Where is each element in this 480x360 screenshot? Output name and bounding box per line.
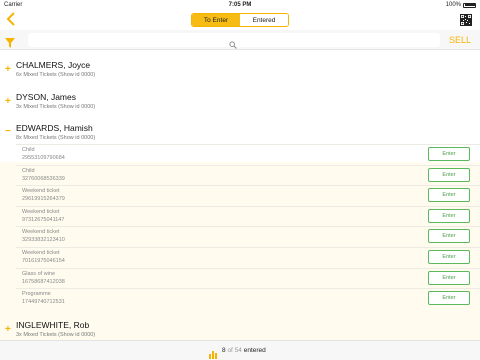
ticket-type: Child bbox=[22, 168, 35, 174]
ticket-type: Child bbox=[22, 147, 35, 153]
ticket-row: Child 32760068536339 Enter bbox=[0, 165, 480, 185]
attendee-name: DYSON, James bbox=[16, 92, 76, 102]
ticket-row: Child 29553109790684 Enter bbox=[0, 144, 480, 164]
enter-button[interactable]: Enter bbox=[428, 209, 470, 223]
battery-icon bbox=[463, 2, 476, 8]
clock: 7:05 PM bbox=[228, 2, 252, 8]
battery-indicator: 100% bbox=[446, 2, 476, 8]
entered-count: 8 bbox=[222, 347, 226, 354]
enter-button[interactable]: Enter bbox=[428, 250, 470, 264]
ticket-type: Glass of wine bbox=[22, 271, 56, 277]
ticket-row: Weekend ticket 70161975046154 Enter bbox=[0, 247, 480, 267]
attendee-ticket-summary: 3x Mixed Tickets (Show id 0000) bbox=[16, 104, 96, 110]
ticket-code: 32760068536339 bbox=[22, 176, 65, 182]
back-chevron-icon[interactable] bbox=[6, 12, 20, 28]
enter-button[interactable]: Enter bbox=[428, 291, 470, 305]
tab-to-enter[interactable]: To Enter bbox=[192, 14, 240, 26]
search-input[interactable] bbox=[28, 33, 440, 49]
enter-button[interactable]: Enter bbox=[428, 147, 470, 161]
bottom-status-bar: 8 of 54 entered bbox=[0, 340, 480, 360]
total-count: 54 bbox=[234, 347, 242, 354]
attendee-name: EDWARDS, Hamish bbox=[16, 123, 93, 133]
ticket-type: Weekend ticket bbox=[22, 229, 60, 235]
ticket-row: Weekend ticket 29619915264379 Enter bbox=[0, 185, 480, 205]
status-bar: Carrier 7:05 PM 100% bbox=[0, 0, 480, 10]
enter-button[interactable]: Enter bbox=[428, 229, 470, 243]
tab-entered[interactable]: Entered bbox=[240, 14, 288, 26]
expand-plus-icon[interactable]: + bbox=[5, 64, 11, 75]
ticket-code: 70161975046154 bbox=[22, 258, 65, 264]
filter-icon[interactable] bbox=[5, 35, 15, 48]
ticket-type: Weekend ticket bbox=[22, 209, 60, 215]
ticket-type: Programme bbox=[22, 291, 51, 297]
entry-status-segmented-control: To Enter Entered bbox=[191, 13, 289, 27]
ticket-row: Weekend ticket 97312675041147 Enter bbox=[0, 206, 480, 226]
entered-suffix: entered bbox=[243, 347, 266, 354]
qr-code-icon[interactable] bbox=[460, 13, 472, 26]
ticket-row: Glass of wine 16758687412038 Enter bbox=[0, 268, 480, 288]
ticket-row: Programme 17449740712531 Enter bbox=[0, 288, 480, 308]
attendee-ticket-summary: 3x Mixed Tickets (Show id 0000) bbox=[16, 332, 96, 338]
search-icon bbox=[229, 36, 237, 49]
expand-plus-icon[interactable]: + bbox=[5, 96, 11, 107]
bar-chart-icon[interactable] bbox=[209, 346, 218, 359]
ticket-type: Weekend ticket bbox=[22, 250, 60, 256]
attendee-list: + CHALMERS, Joyce 6x Mixed Tickets (Show… bbox=[0, 50, 480, 340]
enter-button[interactable]: Enter bbox=[428, 271, 470, 285]
battery-percent: 100% bbox=[445, 2, 461, 8]
nav-bar: To Enter Entered bbox=[0, 10, 480, 30]
attendee-name: CHALMERS, Joyce bbox=[16, 60, 91, 70]
entered-count-label: 8 of 54 entered bbox=[222, 347, 266, 354]
ticket-code: 29553109790684 bbox=[22, 155, 65, 161]
enter-button[interactable]: Enter bbox=[428, 168, 470, 182]
sell-button[interactable]: SELL bbox=[449, 35, 471, 45]
ticket-code: 17449740712531 bbox=[22, 299, 65, 305]
ticket-type: Weekend ticket bbox=[22, 188, 60, 194]
expand-plus-icon[interactable]: + bbox=[5, 324, 11, 335]
count-of: of bbox=[227, 347, 233, 354]
search-bar-row: SELL bbox=[0, 30, 480, 50]
attendee-ticket-summary: 8x Mixed Tickets (Show id 0000) bbox=[16, 135, 96, 141]
collapse-minus-icon[interactable]: − bbox=[5, 126, 11, 137]
attendee-name: INGLEWHITE, Rob bbox=[16, 320, 90, 330]
enter-button[interactable]: Enter bbox=[428, 188, 470, 202]
ticket-code: 29619915264379 bbox=[22, 196, 65, 202]
ticket-code: 16758687412038 bbox=[22, 279, 65, 285]
attendee-ticket-summary: 6x Mixed Tickets (Show id 0000) bbox=[16, 72, 96, 78]
ticket-code: 97312675041147 bbox=[22, 217, 65, 223]
ticket-row: Weekend ticket 32933832123410 Enter bbox=[0, 226, 480, 246]
ticket-code: 32933832123410 bbox=[22, 237, 65, 243]
